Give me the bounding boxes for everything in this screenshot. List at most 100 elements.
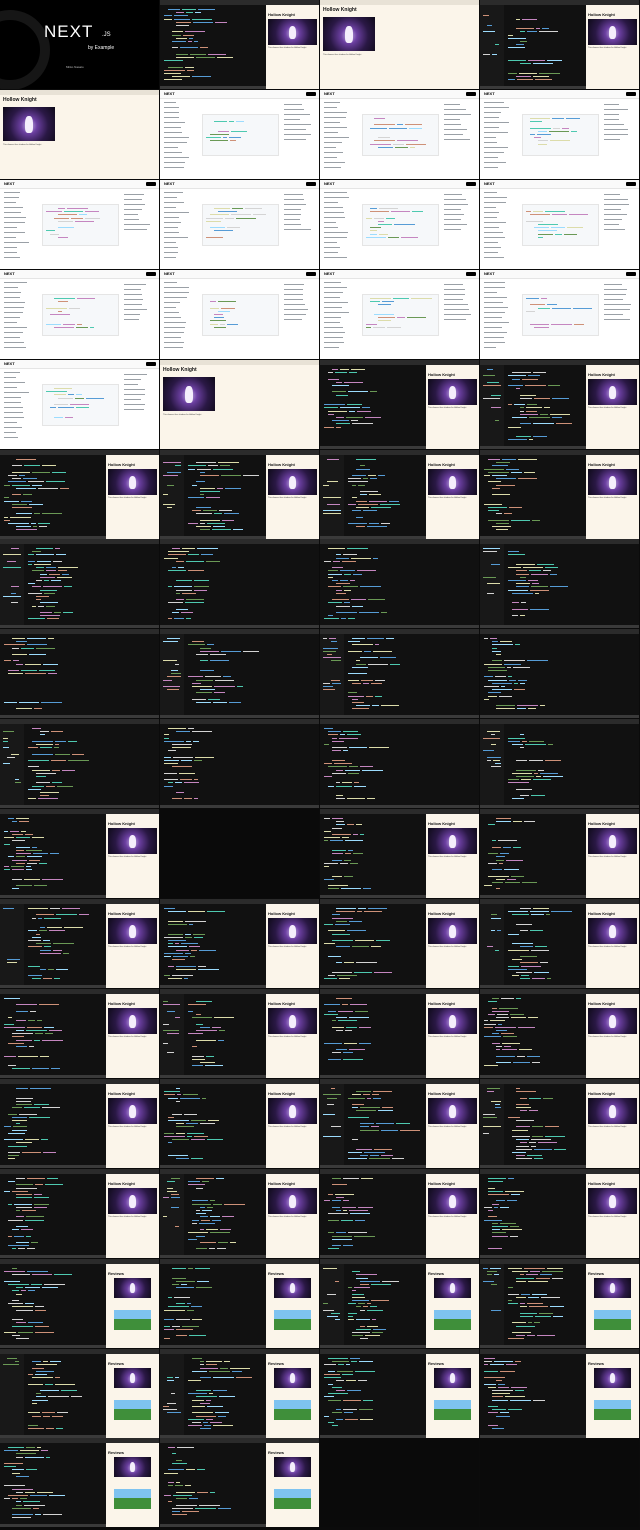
toc-link[interactable] — [444, 284, 463, 285]
toc-link[interactable] — [284, 194, 303, 195]
sidebar-link[interactable] — [484, 347, 496, 348]
sidebar-link[interactable] — [4, 407, 23, 408]
sidebar-link[interactable] — [324, 197, 349, 198]
sidebar-link[interactable] — [324, 112, 347, 113]
sidebar-link[interactable] — [484, 122, 509, 123]
toc-link[interactable] — [444, 224, 467, 225]
docs-nav-button[interactable] — [146, 362, 156, 366]
sidebar-link[interactable] — [484, 257, 504, 258]
toc-link[interactable] — [284, 219, 300, 220]
sidebar-link[interactable] — [4, 202, 16, 203]
sidebar-link[interactable] — [484, 332, 507, 333]
sidebar-link[interactable] — [4, 197, 19, 198]
toc-link[interactable] — [124, 294, 142, 295]
sidebar-link[interactable] — [484, 317, 502, 318]
toc-link[interactable] — [284, 214, 301, 215]
sidebar-link[interactable] — [164, 312, 179, 313]
sidebar-link[interactable] — [324, 327, 343, 328]
sidebar-link[interactable] — [484, 302, 503, 303]
sidebar-link[interactable] — [324, 192, 347, 193]
toc-link[interactable] — [124, 219, 139, 220]
toc-link[interactable] — [444, 319, 466, 320]
sidebar-link[interactable] — [164, 202, 184, 203]
sidebar-link[interactable] — [324, 127, 347, 128]
sidebar-link[interactable] — [324, 297, 340, 298]
docs-nav-button[interactable] — [306, 92, 316, 96]
toc-link[interactable] — [604, 304, 631, 305]
sidebar-link[interactable] — [484, 197, 507, 198]
sidebar-link[interactable] — [324, 132, 338, 133]
toc-link[interactable] — [604, 294, 626, 295]
toc-link[interactable] — [284, 109, 304, 110]
docs-nav-button[interactable] — [466, 272, 476, 276]
sidebar-link[interactable] — [164, 207, 176, 208]
toc-link[interactable] — [284, 139, 306, 140]
toc-link[interactable] — [284, 304, 305, 305]
sidebar-link[interactable] — [4, 292, 21, 293]
sidebar-link[interactable] — [164, 327, 185, 328]
sidebar-link[interactable] — [4, 327, 27, 328]
sidebar-link[interactable] — [4, 282, 27, 283]
sidebar-link[interactable] — [324, 222, 336, 223]
sidebar-link[interactable] — [164, 102, 176, 103]
sidebar-link[interactable] — [484, 157, 498, 158]
sidebar-link[interactable] — [4, 397, 21, 398]
sidebar-link[interactable] — [4, 287, 18, 288]
sidebar-link[interactable] — [324, 337, 343, 338]
toc-link[interactable] — [604, 104, 619, 105]
toc-link[interactable] — [604, 204, 629, 205]
sidebar-link[interactable] — [484, 237, 505, 238]
sidebar-link[interactable] — [484, 307, 508, 308]
toc-link[interactable] — [444, 104, 460, 105]
sidebar-link[interactable] — [4, 337, 20, 338]
sidebar-link[interactable] — [164, 247, 178, 248]
toc-link[interactable] — [604, 134, 628, 135]
sidebar-link[interactable] — [164, 162, 185, 163]
sidebar-link[interactable] — [164, 132, 182, 133]
toc-link[interactable] — [444, 304, 468, 305]
toc-link[interactable] — [284, 309, 308, 310]
docs-nav-button[interactable] — [626, 182, 636, 186]
toc-link[interactable] — [284, 134, 311, 135]
docs-nav-button[interactable] — [626, 272, 636, 276]
sidebar-link[interactable] — [324, 312, 349, 313]
sidebar-link[interactable] — [484, 292, 497, 293]
sidebar-link[interactable] — [324, 307, 342, 308]
sidebar-link[interactable] — [484, 142, 497, 143]
toc-link[interactable] — [444, 139, 470, 140]
sidebar-link[interactable] — [4, 242, 29, 243]
sidebar-link[interactable] — [484, 167, 498, 168]
toc-link[interactable] — [124, 394, 145, 395]
sidebar-link[interactable] — [164, 257, 176, 258]
sidebar-link[interactable] — [324, 122, 340, 123]
sidebar-link[interactable] — [484, 287, 505, 288]
toc-link[interactable] — [604, 229, 625, 230]
sidebar-link[interactable] — [484, 192, 497, 193]
toc-link[interactable] — [284, 124, 311, 125]
sidebar-link[interactable] — [324, 207, 343, 208]
sidebar-link[interactable] — [324, 302, 348, 303]
toc-link[interactable] — [124, 404, 145, 405]
sidebar-link[interactable] — [164, 287, 189, 288]
sidebar-link[interactable] — [324, 287, 347, 288]
sidebar-link[interactable] — [164, 302, 180, 303]
toc-link[interactable] — [604, 284, 622, 285]
toc-link[interactable] — [444, 289, 465, 290]
sidebar-link[interactable] — [324, 232, 348, 233]
toc-link[interactable] — [604, 209, 621, 210]
toc-link[interactable] — [284, 204, 306, 205]
sidebar-link[interactable] — [4, 257, 20, 258]
sidebar-link[interactable] — [324, 292, 343, 293]
toc-link[interactable] — [124, 284, 146, 285]
sidebar-link[interactable] — [164, 227, 178, 228]
toc-link[interactable] — [284, 294, 303, 295]
sidebar-link[interactable] — [324, 162, 345, 163]
sidebar-link[interactable] — [164, 122, 185, 123]
sidebar-link[interactable] — [324, 282, 341, 283]
toc-link[interactable] — [444, 119, 460, 120]
toc-link[interactable] — [124, 299, 143, 300]
toc-link[interactable] — [284, 199, 304, 200]
toc-link[interactable] — [444, 124, 461, 125]
sidebar-link[interactable] — [484, 227, 499, 228]
sidebar-link[interactable] — [484, 217, 497, 218]
